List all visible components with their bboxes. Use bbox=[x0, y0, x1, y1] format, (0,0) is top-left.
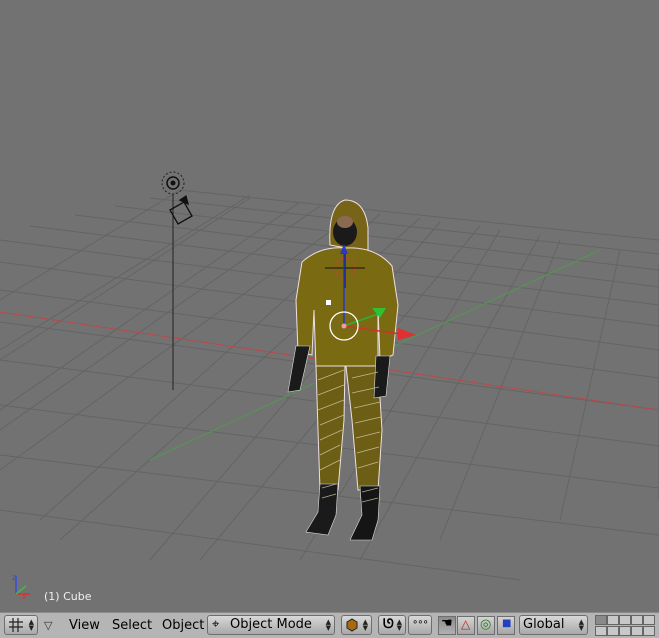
orientation-select-value: Global bbox=[523, 617, 565, 632]
header-collapse-toggle[interactable]: ▽ bbox=[44, 616, 52, 636]
triangle-down-icon: ▽ bbox=[44, 619, 53, 632]
layer-5-button[interactable] bbox=[643, 615, 655, 625]
select-menu[interactable]: Select bbox=[112, 616, 152, 636]
layer-6-button[interactable] bbox=[595, 626, 607, 636]
pivot-icon: ᘎ bbox=[383, 617, 394, 632]
layer-10-button[interactable] bbox=[643, 626, 655, 636]
solid-shading-icon bbox=[346, 618, 358, 632]
updown-arrows-icon: ▲ ▼ bbox=[396, 618, 402, 632]
layer-7-button[interactable] bbox=[607, 626, 619, 636]
active-object-label: (1) Cube bbox=[44, 590, 92, 603]
object-menu[interactable]: Object bbox=[162, 616, 204, 636]
layer-8-button[interactable] bbox=[619, 626, 631, 636]
layer-2-button[interactable] bbox=[607, 615, 619, 625]
lamp-object[interactable] bbox=[161, 171, 185, 390]
layer-3-button[interactable] bbox=[619, 615, 631, 625]
viewport-header: ▲ ▼ ▽ View Select Object ⌖ Object Mode ▲ ▼… bbox=[0, 612, 659, 638]
editor-type-menu[interactable]: ▲ ▼ bbox=[4, 615, 38, 635]
manipulator-toggle[interactable]: ☚ bbox=[438, 616, 456, 635]
updown-arrows-icon: ▲ ▼ bbox=[578, 618, 584, 632]
view-menu[interactable]: View bbox=[69, 616, 100, 636]
mode-select-value: Object Mode bbox=[230, 617, 312, 632]
layer-buttons[interactable] bbox=[595, 615, 657, 636]
layer-9-button[interactable] bbox=[631, 626, 643, 636]
pivot-point-align-toggle[interactable]: ∘∘∘ bbox=[408, 615, 432, 635]
circle-rotate-icon: ◎ bbox=[480, 617, 492, 632]
grid-icon bbox=[9, 618, 23, 632]
svg-text:z: z bbox=[12, 573, 16, 582]
mode-select[interactable]: ⌖ Object Mode ▲ ▼ bbox=[207, 615, 335, 635]
triangle-translate-icon: △ bbox=[461, 617, 471, 631]
3d-viewport[interactable]: z x (1) Cube bbox=[0, 0, 659, 612]
hand-icon: ☚ bbox=[441, 616, 453, 631]
svg-text:x: x bbox=[22, 592, 27, 601]
square-scale-icon: ■ bbox=[502, 618, 512, 629]
translate-manipulator-toggle[interactable]: △ bbox=[457, 616, 475, 635]
viewport-canvas[interactable]: z x bbox=[0, 0, 659, 612]
dots-align-icon: ∘∘∘ bbox=[412, 617, 429, 628]
object-mode-icon: ⌖ bbox=[212, 617, 220, 632]
updown-arrows-icon: ▲ ▼ bbox=[362, 618, 368, 632]
orientation-select[interactable]: Global ▲ ▼ bbox=[519, 615, 588, 635]
axis-gizmo: z x bbox=[12, 573, 30, 601]
rotate-manipulator-toggle[interactable]: ◎ bbox=[477, 616, 495, 635]
layer-1-button[interactable] bbox=[595, 615, 607, 625]
updown-arrows-icon: ▲ ▼ bbox=[28, 618, 34, 632]
shading-select[interactable]: ▲ ▼ bbox=[341, 615, 372, 635]
updown-arrows-icon: ▲ ▼ bbox=[325, 618, 331, 632]
pivot-select[interactable]: ᘎ ▲ ▼ bbox=[378, 615, 406, 635]
scale-manipulator-toggle[interactable]: ■ bbox=[497, 616, 515, 635]
layer-4-button[interactable] bbox=[631, 615, 643, 625]
